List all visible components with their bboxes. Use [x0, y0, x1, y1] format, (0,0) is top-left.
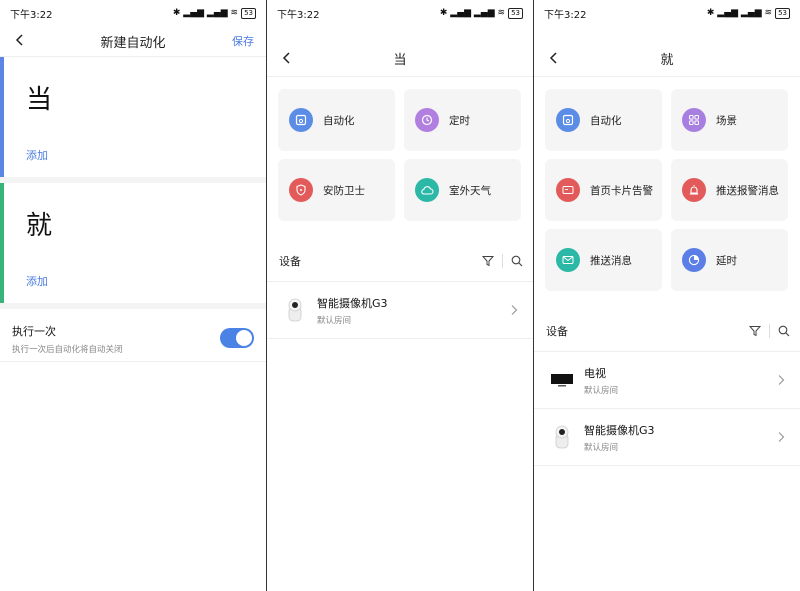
automation-icon	[556, 108, 580, 132]
page-title: 当	[393, 52, 407, 68]
mail-icon	[556, 248, 580, 272]
timer-icon	[682, 248, 706, 272]
tile-label: 自动化	[590, 114, 622, 127]
alarm-icon	[682, 178, 706, 202]
then-action-panel: 下午3:22 ✱ ▂▄▆ ▂▄▆ ≋ 53 就 自动化 场景 首页卡片告警 推送…	[534, 0, 800, 591]
back-arrow-icon[interactable]	[12, 32, 28, 48]
automation-icon	[289, 108, 313, 132]
battery-icon: 53	[241, 7, 256, 19]
devices-label: 设备	[279, 255, 301, 268]
device-item[interactable]: 智能摄像机G3 默认房间	[267, 282, 533, 338]
screenshot-collage: 下午3:22 ✱ ▂▄▆ ▂▄▆ ≋ 53 新建自动化 保存 当 添加 就 添加…	[0, 0, 800, 591]
devices-header: 设备	[267, 241, 533, 281]
page-title: 新建自动化	[100, 35, 166, 51]
chevron-right-icon	[778, 432, 785, 442]
run-once-title: 执行一次	[12, 325, 56, 338]
tile-push-message[interactable]: 推送消息	[545, 229, 662, 291]
tile-automation[interactable]: 自动化	[278, 89, 395, 151]
card-icon	[556, 178, 580, 202]
tile-label: 推送消息	[590, 254, 632, 267]
tile-weather[interactable]: 室外天气	[404, 159, 521, 221]
when-accent-bar	[0, 57, 4, 177]
search-icon[interactable]	[778, 325, 790, 337]
back-arrow-icon[interactable]	[279, 50, 295, 66]
tile-label: 延时	[716, 254, 737, 267]
device-room: 默认房间	[584, 442, 619, 453]
battery-icon: 53	[775, 7, 790, 19]
camera-icon	[281, 295, 309, 325]
search-icon[interactable]	[511, 255, 523, 267]
status-time: 下午3:22	[544, 9, 587, 21]
nav-bar: 新建自动化 保存	[0, 26, 266, 56]
device-item[interactable]: 智能摄像机G3 默认房间	[534, 409, 800, 465]
device-name: 智能摄像机G3	[317, 296, 388, 310]
device-name: 电视	[584, 366, 606, 380]
tile-label: 自动化	[323, 114, 355, 127]
then-label: 就	[26, 211, 53, 241]
tile-label: 首页卡片告警	[590, 184, 653, 197]
tile-label: 场景	[716, 114, 737, 127]
device-name: 智能摄像机G3	[584, 423, 655, 437]
signal-icons: ✱ ▂▄▆ ▂▄▆ ≋	[172, 8, 239, 18]
clock-icon	[415, 108, 439, 132]
status-bar: 下午3:22 ✱ ▂▄▆ ▂▄▆ ≋ 53	[534, 0, 800, 26]
page-title: 就	[660, 52, 674, 68]
condition-grid: 自动化 定时 安防卫士 室外天气	[267, 77, 533, 221]
run-once-desc: 执行一次后自动化将自动关闭	[12, 345, 123, 355]
then-accent-bar	[0, 183, 4, 303]
action-grid: 自动化 场景 首页卡片告警 推送报警消息 推送消息 延时	[534, 77, 800, 291]
tile-card-alert[interactable]: 首页卡片告警	[545, 159, 662, 221]
grid-icon	[682, 108, 706, 132]
add-action-button[interactable]: 添加	[26, 273, 48, 289]
chevron-right-icon	[511, 305, 518, 315]
nav-bar: 当	[267, 26, 533, 76]
nav-bar: 就	[534, 26, 800, 76]
filter-icon[interactable]	[482, 255, 494, 267]
tile-delay[interactable]: 延时	[671, 229, 788, 291]
add-condition-button[interactable]: 添加	[26, 147, 48, 163]
when-label: 当	[26, 85, 53, 115]
when-condition-panel: 下午3:22 ✱ ▂▄▆ ▂▄▆ ≋ 53 当 自动化 定时 安防卫士 室外天气…	[267, 0, 533, 591]
cloud-icon	[415, 178, 439, 202]
back-arrow-icon[interactable]	[546, 50, 562, 66]
battery-icon: 53	[508, 7, 523, 19]
new-automation-panel: 下午3:22 ✱ ▂▄▆ ▂▄▆ ≋ 53 新建自动化 保存 当 添加 就 添加…	[0, 0, 266, 591]
device-room: 默认房间	[317, 315, 352, 326]
tile-push-alarm[interactable]: 推送报警消息	[671, 159, 788, 221]
tile-label: 推送报警消息	[716, 184, 779, 197]
device-item[interactable]: 电视 默认房间	[534, 352, 800, 408]
status-bar: 下午3:22 ✱ ▂▄▆ ▂▄▆ ≋ 53	[0, 0, 266, 26]
status-time: 下午3:22	[277, 9, 320, 21]
filter-icon[interactable]	[749, 325, 761, 337]
status-bar: 下午3:22 ✱ ▂▄▆ ▂▄▆ ≋ 53	[267, 0, 533, 26]
run-once-row: 执行一次 执行一次后自动化将自动关闭	[0, 309, 266, 361]
tile-automation[interactable]: 自动化	[545, 89, 662, 151]
device-room: 默认房间	[584, 385, 619, 396]
devices-label: 设备	[546, 325, 568, 338]
run-once-toggle[interactable]	[220, 328, 254, 348]
tile-scene[interactable]: 场景	[671, 89, 788, 151]
signal-icons: ✱ ▂▄▆ ▂▄▆ ≋	[706, 8, 773, 18]
tile-label: 安防卫士	[323, 184, 365, 197]
save-button[interactable]: 保存	[232, 33, 254, 49]
status-time: 下午3:22	[10, 9, 53, 21]
shield-icon	[289, 178, 313, 202]
tile-label: 定时	[449, 114, 470, 127]
tile-security[interactable]: 安防卫士	[278, 159, 395, 221]
devices-header: 设备	[534, 311, 800, 351]
camera-icon	[548, 422, 576, 452]
then-block: 就 添加	[0, 183, 266, 303]
signal-icons: ✱ ▂▄▆ ▂▄▆ ≋	[439, 8, 506, 18]
tv-icon	[548, 365, 576, 395]
when-block: 当 添加	[0, 57, 266, 177]
chevron-right-icon	[778, 375, 785, 385]
tile-label: 室外天气	[449, 184, 491, 197]
tile-timer[interactable]: 定时	[404, 89, 521, 151]
